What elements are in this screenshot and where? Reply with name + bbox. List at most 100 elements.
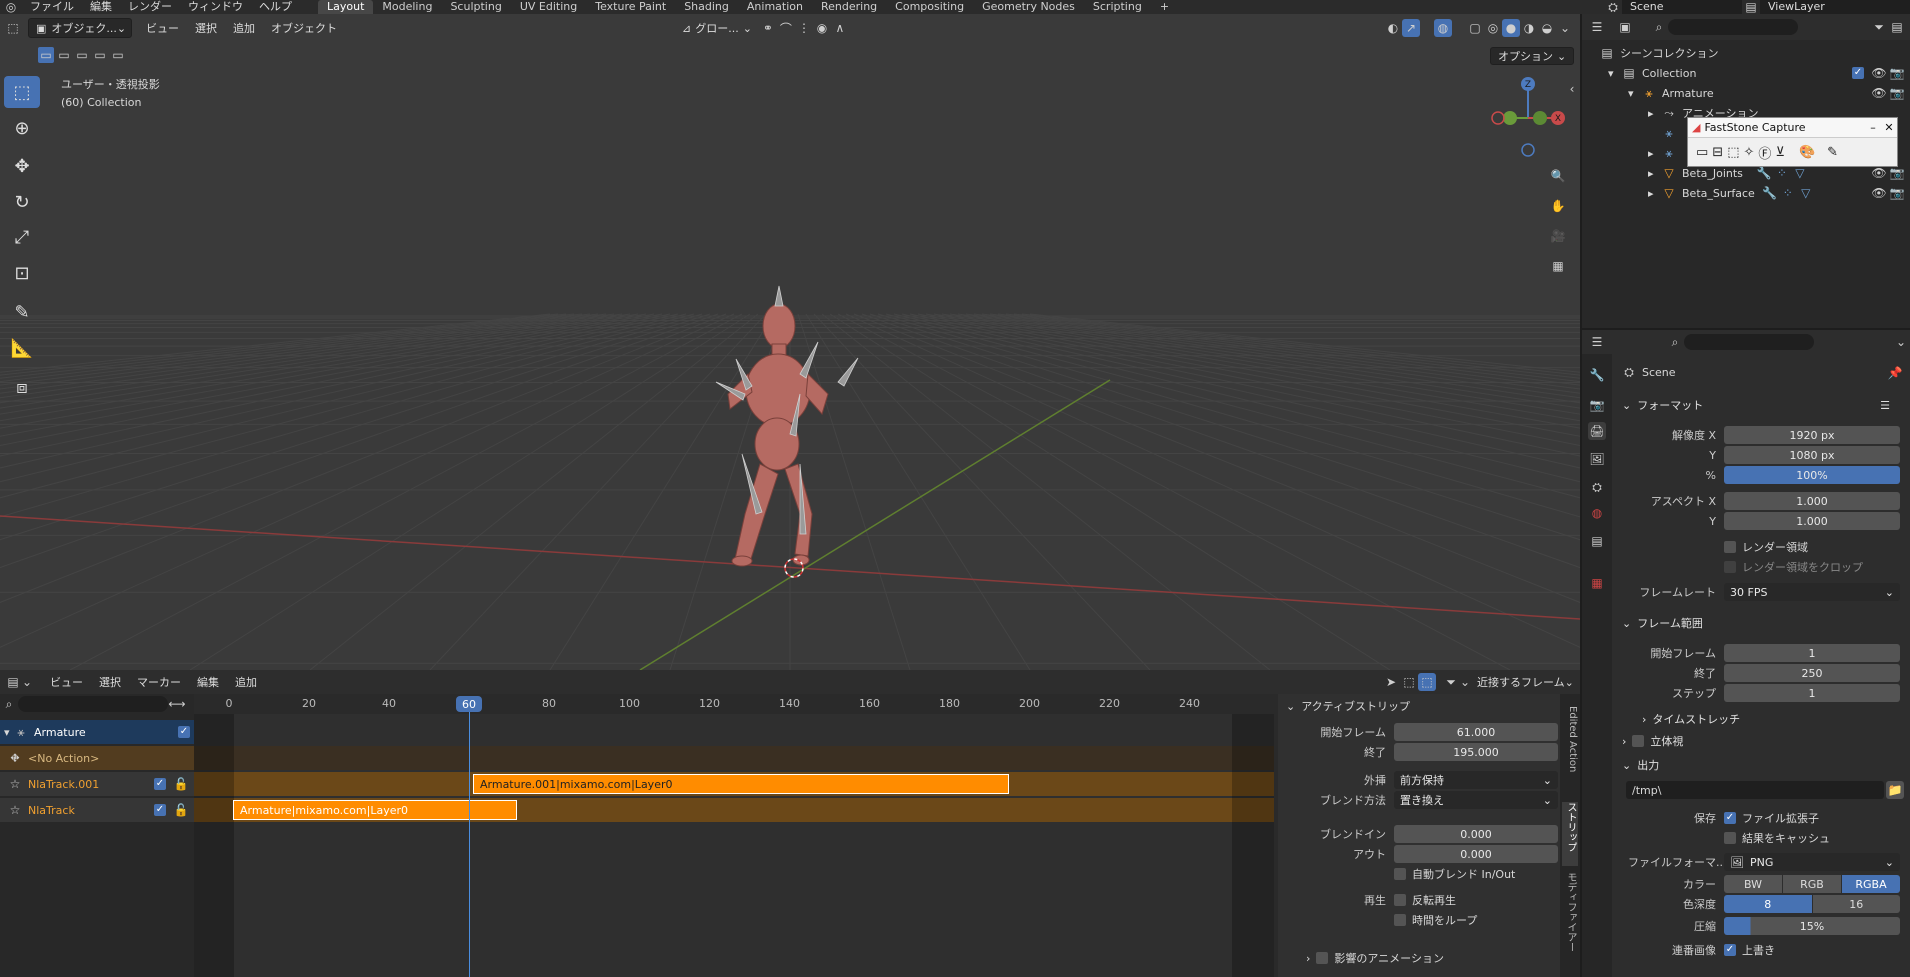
chevron-down-icon[interactable]: ⌄	[1556, 19, 1574, 37]
workspace-tab-texture-paint[interactable]: Texture Paint	[586, 0, 675, 14]
select-subtract-icon[interactable]: ▭	[74, 47, 90, 63]
close-icon[interactable]: ✕	[1881, 121, 1897, 134]
tool-tab-icon[interactable]: 🔧	[1588, 366, 1606, 384]
tab-modifiers[interactable]: モディファイアー	[1562, 872, 1578, 972]
channel-nlatrack-001[interactable]: ☆ NlaTrack.001 🔓	[0, 772, 194, 796]
fps-dropdown[interactable]: 30 FPS ⌄	[1724, 583, 1900, 601]
expand-arrow-icon[interactable]: ▸	[1648, 147, 1660, 160]
workspace-tab-layout[interactable]: Layout	[318, 0, 374, 14]
rotate-tool[interactable]: ↻	[4, 186, 40, 218]
resolution-percent-slider[interactable]: 100%	[1724, 466, 1900, 484]
nla-strip[interactable]: Armature|mixamo.com|Layer0	[233, 800, 517, 820]
color-bw-button[interactable]: BW	[1724, 875, 1783, 893]
output-tab-icon[interactable]: 🖨	[1588, 422, 1606, 440]
chevron-down-icon[interactable]: ⌄	[22, 673, 32, 691]
chevron-down-icon[interactable]: ⌄	[1892, 333, 1910, 351]
solo-star-icon[interactable]: ☆	[6, 775, 24, 793]
world-tab-icon[interactable]: ◍	[1588, 504, 1606, 522]
editor-type-icon[interactable]: ☰	[1588, 333, 1606, 351]
camera-icon[interactable]: 📷	[1888, 64, 1906, 82]
aspect-y-field[interactable]: 1.000	[1724, 512, 1900, 530]
nla-menu-add[interactable]: 追加	[227, 674, 265, 690]
view-layer-selector[interactable]: ViewLayer	[1760, 0, 1910, 14]
camera-icon[interactable]: 📷	[1888, 184, 1906, 202]
outliner-row-collection[interactable]: ▾ ▤ Collection 👁 📷	[1582, 63, 1910, 83]
strip-end-field[interactable]: 195.000	[1394, 743, 1558, 761]
workspace-tab-uv-editing[interactable]: UV Editing	[511, 0, 586, 14]
lock-icon[interactable]: 🔓	[172, 801, 190, 819]
select-mode-icon[interactable]: ➤	[1382, 673, 1400, 691]
new-collection-icon[interactable]: ▤	[1888, 18, 1906, 36]
move-tool[interactable]: ✥	[4, 150, 40, 182]
cache-result-checkbox[interactable]	[1724, 832, 1736, 844]
file-format-dropdown[interactable]: 🖼 PNG ⌄	[1724, 853, 1900, 871]
outliner-row-beta-surface[interactable]: ▸ ▽ Beta_Surface 🔧 ⁘ ▽ 👁 📷	[1582, 183, 1910, 203]
nla-editor[interactable]: ▤ ⌄ ビュー 選択 マーカー 編集 追加 ➤ ⬚ ⬚ ⏷ ⌄ 近接するフレーム…	[0, 670, 1580, 977]
pin-icon[interactable]: 📌	[1886, 364, 1904, 382]
add-workspace-icon[interactable]: +	[1151, 0, 1178, 14]
frame-range-panel-header[interactable]: ⌄ フレーム範囲	[1622, 612, 1904, 634]
pivot-icon[interactable]: ⚭	[759, 19, 777, 37]
track-mute-checkbox[interactable]	[154, 804, 166, 816]
select-new-icon[interactable]: ▭	[38, 47, 54, 63]
output-path-input[interactable]: /tmp\	[1626, 781, 1884, 799]
camera-view-icon[interactable]: 🎥	[1546, 224, 1570, 248]
blend-in-field[interactable]: 0.000	[1394, 825, 1558, 843]
capture-object-icon[interactable]: ⊟	[1712, 145, 1723, 160]
track-mute-checkbox[interactable]	[154, 778, 166, 790]
expand-arrow-icon[interactable]: ▾	[1628, 87, 1640, 100]
capture-window-icon[interactable]: ▭	[1696, 145, 1708, 160]
options-dropdown[interactable]: オプション ⌄	[1490, 47, 1575, 65]
color-rgb-button[interactable]: RGB	[1783, 875, 1842, 893]
frame-ruler[interactable]: 0 20 40 60 80 100 120 140 160 180 200 220 240	[194, 694, 1274, 714]
solo-star-icon[interactable]: ☆	[6, 801, 24, 819]
display-mode-icon[interactable]: ▣	[1616, 18, 1634, 36]
expand-arrow-icon[interactable]: ▾	[1608, 67, 1620, 80]
select-intersect-icon[interactable]: ▭	[110, 47, 126, 63]
aspect-x-field[interactable]: 1.000	[1724, 492, 1900, 510]
select-extend-icon[interactable]: ▭	[56, 47, 72, 63]
faststone-titlebar[interactable]: ◢ FastStone Capture – ✕	[1688, 118, 1897, 138]
properties-search-input[interactable]	[1684, 334, 1814, 350]
menu-edit[interactable]: 編集	[82, 0, 120, 14]
view-layer-icon[interactable]: ▤	[1742, 0, 1760, 14]
scene-selector[interactable]: Scene	[1622, 0, 1742, 14]
eye-icon[interactable]: 👁	[1870, 84, 1888, 102]
influence-panel-header[interactable]: › 影響のアニメーション	[1306, 948, 1444, 968]
menu-window[interactable]: ウィンドウ	[180, 0, 251, 14]
select-box-tool[interactable]: ⬚	[4, 76, 40, 108]
visibility-icon[interactable]: ◐	[1384, 19, 1402, 37]
box-select-icon[interactable]: ⬚	[1400, 673, 1418, 691]
strip-start-field[interactable]: 61.000	[1394, 723, 1558, 741]
tab-edited-action[interactable]: Edited Action	[1562, 706, 1578, 796]
exclude-checkbox[interactable]	[1852, 67, 1864, 79]
proportional-edit-icon[interactable]: ◉	[813, 19, 831, 37]
eye-icon[interactable]: 👁	[1870, 64, 1888, 82]
resolution-y-field[interactable]: 1080 px	[1724, 446, 1900, 464]
current-frame-indicator[interactable]: 60	[456, 696, 482, 712]
3d-viewport[interactable]: ⬚ ▣ オブジェク... ⌄ ビュー 選択 追加 オブジェクト ⊿ グロー...…	[0, 14, 1580, 670]
transform-tool[interactable]: ⊡	[4, 257, 40, 289]
workspace-tab-sculpting[interactable]: Sculpting	[441, 0, 510, 14]
zoom-icon[interactable]: 🔍	[1546, 164, 1570, 188]
outliner-row-armature[interactable]: ▾ ⚹ Armature 👁 📷	[1582, 83, 1910, 103]
shading-material-icon[interactable]: ◑	[1520, 19, 1538, 37]
crop-region-checkbox[interactable]	[1724, 561, 1736, 573]
depth-8-button[interactable]: 8	[1724, 895, 1813, 913]
tab-strip[interactable]: ストリップ	[1562, 802, 1578, 866]
editor-type-icon[interactable]: ▤	[4, 673, 22, 691]
nla-strip[interactable]: Armature.001|mixamo.com|Layer0	[473, 774, 1009, 794]
snap-target-icon[interactable]: ⋮	[795, 19, 813, 37]
eye-icon[interactable]: 👁	[1870, 184, 1888, 202]
editor-type-icon[interactable]: ⬚	[4, 19, 22, 37]
capture-freehand-icon[interactable]: ✧	[1744, 145, 1755, 160]
select-invert-icon[interactable]: ▭	[92, 47, 108, 63]
snap-dropdown[interactable]: 近接するフレーム ⌄	[1470, 672, 1580, 692]
viewport-menu-view[interactable]: ビュー	[138, 20, 187, 36]
format-panel-header[interactable]: ⌄ フォーマット ☰	[1622, 394, 1904, 416]
workspace-tab-animation[interactable]: Animation	[738, 0, 812, 14]
filter-icon[interactable]: ⏷	[1442, 673, 1460, 691]
output-panel-header[interactable]: ⌄ 出力	[1622, 754, 1904, 776]
menu-help[interactable]: ヘルプ	[251, 0, 300, 14]
overlay-toggle-icon[interactable]: ◍	[1434, 19, 1452, 37]
